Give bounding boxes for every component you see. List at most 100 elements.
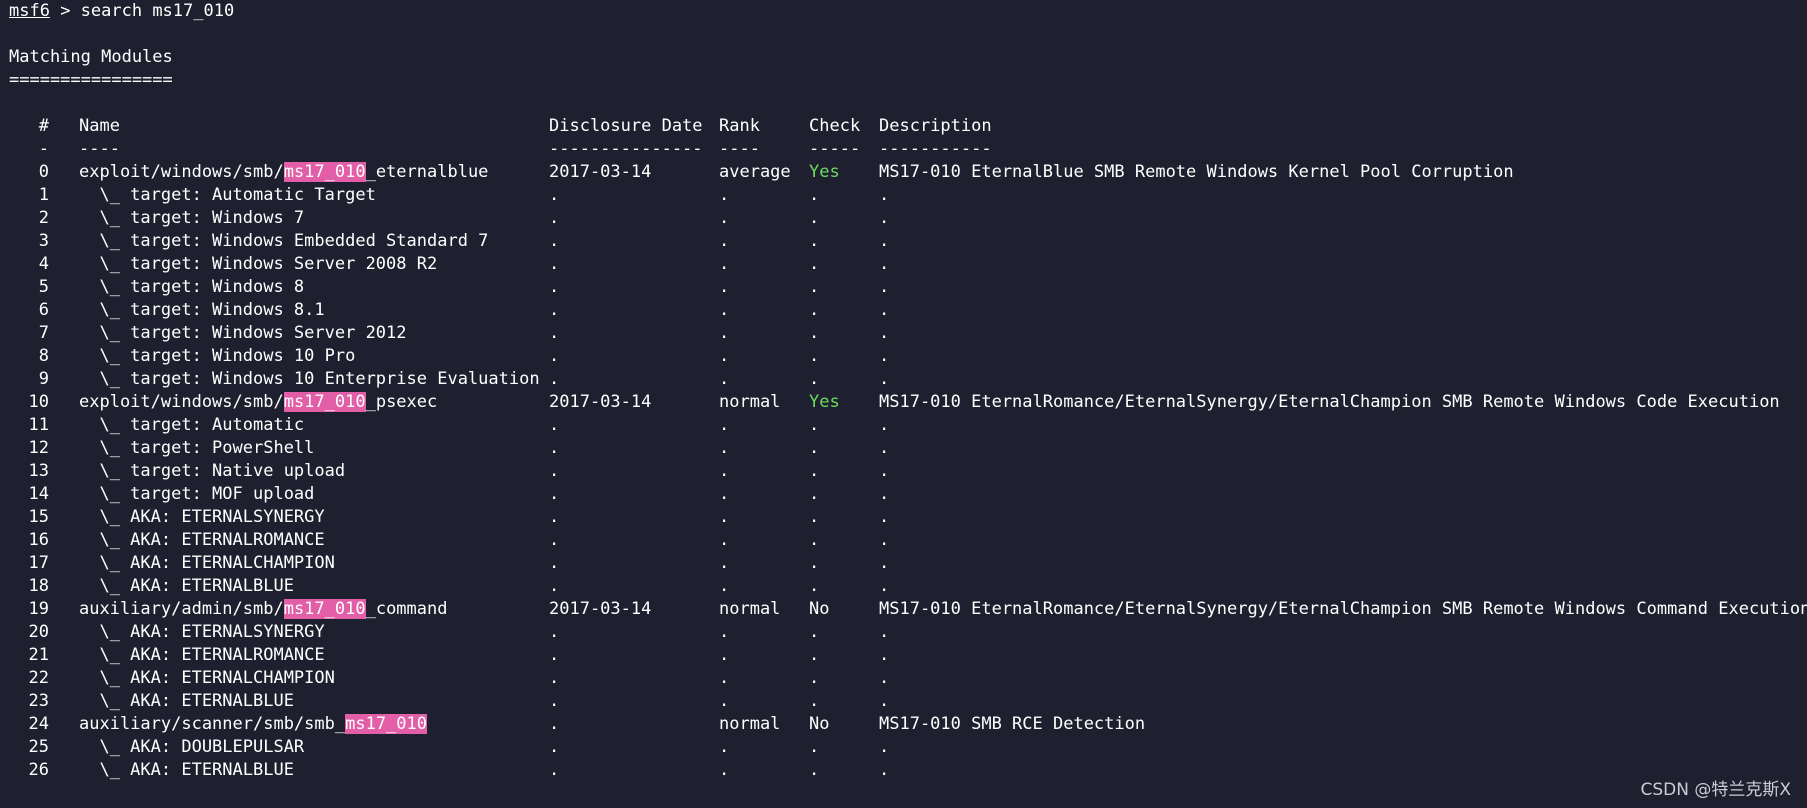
module-path: \_ AKA: DOUBLEPULSAR [79, 737, 305, 757]
row-date: . [549, 576, 560, 596]
row-rank: . [719, 346, 730, 366]
module-path: \_ AKA: ETERNALCHAMPION [79, 668, 335, 688]
table-row: 8 \_ target: Windows 10 Pro.... [9, 345, 890, 368]
search-match-highlight: ms17_010 [283, 392, 366, 412]
table-row: 6 \_ target: Windows 8.1.... [9, 299, 890, 322]
row-name: \_ AKA: ETERNALBLUE [79, 690, 293, 713]
row-check: . [809, 415, 820, 435]
table-row: 26 \_ AKA: ETERNALBLUE.... [9, 759, 890, 782]
row-description: . [879, 645, 890, 665]
row-name: \_ target: PowerShell [79, 437, 314, 460]
table-row: 21 \_ AKA: ETERNALROMANCE.... [9, 644, 890, 667]
row-date: . [549, 553, 560, 573]
shell-prompt: msf6 [9, 1, 50, 21]
row-description: . [879, 346, 890, 366]
row-index: 20 [28, 622, 49, 642]
row-date: . [549, 760, 560, 780]
row-name: \_ target: Automatic [79, 414, 304, 437]
row-check: . [809, 461, 820, 481]
row-description: . [879, 254, 890, 274]
table-row: 9 \_ target: Windows 10 Enterprise Evalu… [9, 368, 890, 391]
row-rank: . [719, 576, 730, 596]
module-path: \_ target: PowerShell [79, 438, 315, 458]
table-row: 11 \_ target: Automatic.... [9, 414, 890, 437]
module-path: auxiliary/scanner/smb/smb_ [79, 714, 346, 734]
module-path: \_ target: Windows Server 2012 [79, 323, 407, 343]
search-match-highlight: ms17_010 [345, 714, 427, 734]
table-row: 24 auxiliary/scanner/smb/smb_ms17_010. nor… [9, 713, 1145, 736]
row-index: 13 [28, 461, 49, 481]
module-path: \_ target: Native upload [79, 461, 346, 481]
row-rank: . [719, 369, 730, 389]
row-date: . [549, 645, 560, 665]
row-check: . [809, 323, 820, 343]
row-description: . [879, 461, 890, 481]
row-description: . [879, 208, 890, 228]
row-rank: normal [719, 392, 781, 412]
row-index: 24 [28, 714, 49, 734]
table-row: 16 \_ AKA: ETERNALROMANCE.... [9, 529, 890, 552]
row-date: 2017-03-14 [549, 392, 652, 412]
watermark: CSDN @特兰克斯X [1640, 780, 1791, 800]
row-description: . [879, 576, 890, 596]
row-description: . [879, 668, 890, 688]
row-index: 7 [38, 323, 49, 343]
dash-date: --------------- [549, 139, 703, 159]
table-row: 3 \_ target: Windows Embedded Standard 7… [9, 230, 890, 253]
module-path: \_ target: Automatic Target [79, 185, 376, 205]
module-path: \_ target: MOF upload [79, 484, 315, 504]
row-name: \_ target: Automatic Target [79, 184, 376, 207]
row-name: \_ AKA: ETERNALBLUE [79, 575, 293, 598]
table-row: 22 \_ AKA: ETERNALCHAMPION.... [9, 667, 890, 690]
row-check: . [809, 208, 820, 228]
row-name: \_ AKA: ETERNALBLUE [79, 759, 293, 782]
row-date: . [549, 369, 560, 389]
table-row: 17 \_ AKA: ETERNALCHAMPION.... [9, 552, 890, 575]
row-name: auxiliary/admin/smb/ms17_010_command [79, 598, 447, 621]
row-description: . [879, 323, 890, 343]
row-index: 10 [28, 392, 49, 412]
table-row: 1 \_ target: Automatic Target.... [9, 184, 890, 207]
table-row: 15 \_ AKA: ETERNALSYNERGY.... [9, 506, 890, 529]
row-name: \_ AKA: ETERNALCHAMPION [79, 667, 335, 690]
row-rank: . [719, 231, 730, 251]
row-date: . [549, 300, 560, 320]
row-index: 16 [28, 530, 49, 550]
row-rank: . [719, 277, 730, 297]
row-name: exploit/windows/smb/ms17_010_eternalblue [79, 161, 488, 184]
row-check: . [809, 691, 820, 711]
module-path: \_ AKA: ETERNALSYNERGY [79, 622, 325, 642]
module-path: \_ target: Windows 8 [79, 277, 305, 297]
row-name: \_ AKA: ETERNALROMANCE [79, 529, 324, 552]
row-index: 15 [28, 507, 49, 527]
row-date: . [549, 415, 560, 435]
row-check: . [809, 369, 820, 389]
row-index: 23 [28, 691, 49, 711]
table-body: 0 exploit/windows/smb/ms17_010_eternalblu… [9, 161, 1807, 782]
search-match-highlight: ms17_010 [283, 599, 366, 619]
row-date: . [549, 461, 560, 481]
row-rank: . [719, 323, 730, 343]
row-name: \_ AKA: DOUBLEPULSAR [79, 736, 304, 759]
row-date: . [549, 691, 560, 711]
row-date: . [549, 346, 560, 366]
row-date: 2017-03-14 [549, 162, 652, 182]
row-rank: . [719, 622, 730, 642]
row-description: MS17-010 EternalRomance/EternalSynergy/E… [879, 599, 1807, 619]
row-name: \_ target: Native upload [79, 460, 345, 483]
row-date: . [549, 668, 560, 688]
row-rank: . [719, 461, 730, 481]
prompt-line: msf6 > search ms17_010 [9, 0, 234, 23]
row-name: \_ target: Windows Server 2008 R2 [79, 253, 437, 276]
table-row: 19 auxiliary/admin/smb/ms17_010_command 20… [9, 598, 1807, 621]
module-path: \_ target: Automatic [79, 415, 305, 435]
row-check: . [809, 576, 820, 596]
row-description: . [879, 622, 890, 642]
row-date: . [549, 622, 560, 642]
table-dash-row: - ---- --------------- ---- ----- ------… [9, 138, 992, 161]
prompt-arrow: > [49, 1, 81, 21]
header-index: # [38, 116, 49, 136]
row-index: 2 [38, 208, 49, 228]
row-name: \_ AKA: ETERNALSYNERGY [79, 506, 324, 529]
dash-rank: ---- [719, 139, 760, 159]
